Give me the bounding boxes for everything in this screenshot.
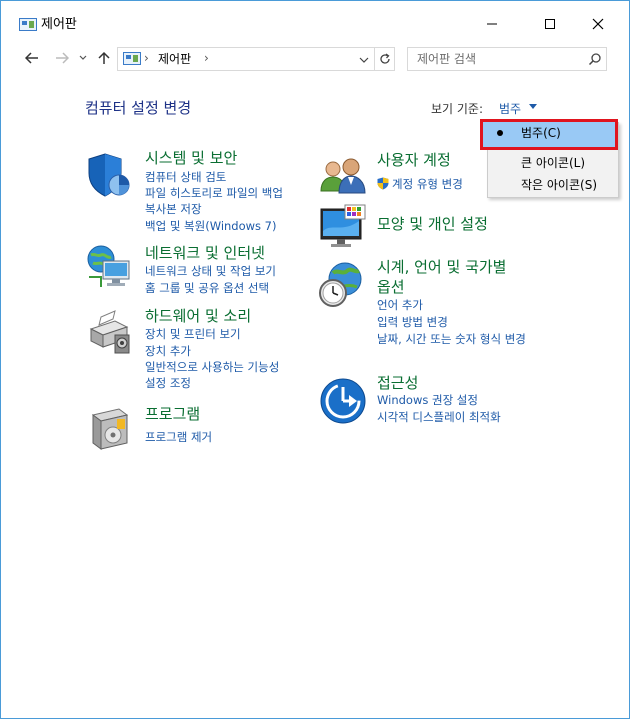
search-box[interactable]: 제어판 검색 xyxy=(407,47,607,71)
uac-shield-icon xyxy=(377,177,389,190)
title-bar: 제어판 xyxy=(1,1,629,35)
link-devices-printers[interactable]: 장치 및 프린터 보기 xyxy=(145,326,241,342)
navigation-bar: › 제어판 › 제어판 검색 xyxy=(1,43,629,73)
menu-item-category[interactable]: 범주(C) xyxy=(521,126,561,141)
link-save-copies[interactable]: 복사본 저장 xyxy=(145,201,202,217)
chevron-down-icon xyxy=(359,57,369,63)
control-panel-icon xyxy=(19,18,37,31)
control-panel-icon xyxy=(123,52,141,65)
appearance-monitor-icon[interactable] xyxy=(319,203,367,251)
view-by-label: 보기 기준: xyxy=(431,102,484,116)
close-icon xyxy=(592,18,604,30)
network-globe-icon[interactable] xyxy=(85,243,133,291)
arrow-up-icon xyxy=(98,51,110,64)
address-dropdown-button[interactable] xyxy=(356,52,372,68)
category-appearance-title[interactable]: 모양 및 개인 설정 xyxy=(377,215,488,233)
link-uninstall-program[interactable]: 프로그램 제거 xyxy=(145,429,212,445)
refresh-icon xyxy=(379,53,390,64)
accessibility-icon[interactable] xyxy=(319,377,367,425)
category-clock-region-title[interactable]: 시계, 언어 및 국가별 xyxy=(377,258,506,276)
maximize-button[interactable] xyxy=(527,9,573,39)
page-title: 컴퓨터 설정 변경 xyxy=(85,99,192,117)
link-date-time-format[interactable]: 날짜, 시간 또는 숫자 형식 변경 xyxy=(377,331,537,347)
link-backup-restore[interactable]: 백업 및 복원(Windows 7) xyxy=(145,218,277,234)
link-windows-recommended[interactable]: Windows 권장 설정 xyxy=(377,392,478,408)
link-homegroup-sharing[interactable]: 홈 그룹 및 공유 옵션 선택 xyxy=(145,280,269,296)
link-change-account-type[interactable]: 계정 유형 변경 xyxy=(392,176,463,192)
link-change-input-method[interactable]: 입력 방법 변경 xyxy=(377,314,448,330)
minimize-button[interactable] xyxy=(469,9,515,39)
close-button[interactable] xyxy=(575,9,621,39)
forward-button[interactable] xyxy=(53,49,71,67)
programs-icon[interactable] xyxy=(89,405,137,453)
view-by-dropdown[interactable]: 범주 xyxy=(499,100,521,117)
menu-item-small-icons[interactable]: 작은 아이콘(S) xyxy=(521,178,597,193)
search-icon[interactable] xyxy=(588,52,602,66)
chevron-down-icon xyxy=(79,55,87,60)
control-panel-window: 제어판 › 제어판 › 제어판 검색 컴퓨터 설정 변경 보기 기준: 범주 시… xyxy=(0,0,630,719)
minimize-icon xyxy=(487,23,497,25)
address-bar[interactable]: › 제어판 › xyxy=(117,47,375,71)
user-accounts-icon[interactable] xyxy=(319,153,367,201)
search-input[interactable]: 제어판 검색 xyxy=(417,52,476,67)
clock-globe-icon[interactable] xyxy=(317,261,365,309)
breadcrumb-separator-icon[interactable]: › xyxy=(204,51,209,65)
arrow-right-icon xyxy=(56,52,69,64)
breadcrumb-control-panel[interactable]: 제어판 xyxy=(158,52,191,67)
link-file-history[interactable]: 파일 히스토리로 파일의 백업 xyxy=(145,185,283,201)
category-network-title[interactable]: 네트워크 및 인터넷 xyxy=(145,244,265,262)
window-title: 제어판 xyxy=(41,17,77,32)
category-ease-of-access-title[interactable]: 접근성 xyxy=(377,374,418,392)
link-optimize-display[interactable]: 시각적 디스플레이 최적화 xyxy=(377,409,501,425)
caret-down-icon[interactable] xyxy=(529,104,537,110)
selected-bullet-icon xyxy=(497,130,503,136)
link-adjust-settings[interactable]: 설정 조정 xyxy=(145,375,191,391)
category-programs-title[interactable]: 프로그램 xyxy=(145,405,200,423)
link-mobility-settings[interactable]: 일반적으로 사용하는 기능성 xyxy=(145,359,279,375)
menu-item-large-icons[interactable]: 큰 아이콘(L) xyxy=(521,156,585,171)
shield-icon[interactable] xyxy=(85,151,133,199)
category-system-security-title[interactable]: 시스템 및 보안 xyxy=(145,149,237,167)
link-add-device[interactable]: 장치 추가 xyxy=(145,343,191,359)
refresh-button[interactable] xyxy=(375,47,395,71)
printer-icon[interactable] xyxy=(85,307,133,355)
recent-locations-button[interactable] xyxy=(77,49,89,67)
back-button[interactable] xyxy=(23,49,41,67)
category-user-accounts-title[interactable]: 사용자 계정 xyxy=(377,151,451,169)
link-network-status[interactable]: 네트워크 상태 및 작업 보기 xyxy=(145,263,276,279)
link-add-language[interactable]: 언어 추가 xyxy=(377,297,423,313)
breadcrumb-separator-icon[interactable]: › xyxy=(144,51,149,65)
arrow-left-icon xyxy=(25,52,38,64)
up-button[interactable] xyxy=(95,49,113,67)
maximize-icon xyxy=(545,19,555,29)
category-hardware-sound-title[interactable]: 하드웨어 및 소리 xyxy=(145,307,251,325)
category-clock-region-title-line2[interactable]: 옵션 xyxy=(377,278,405,296)
link-review-status[interactable]: 컴퓨터 상태 검토 xyxy=(145,169,226,185)
